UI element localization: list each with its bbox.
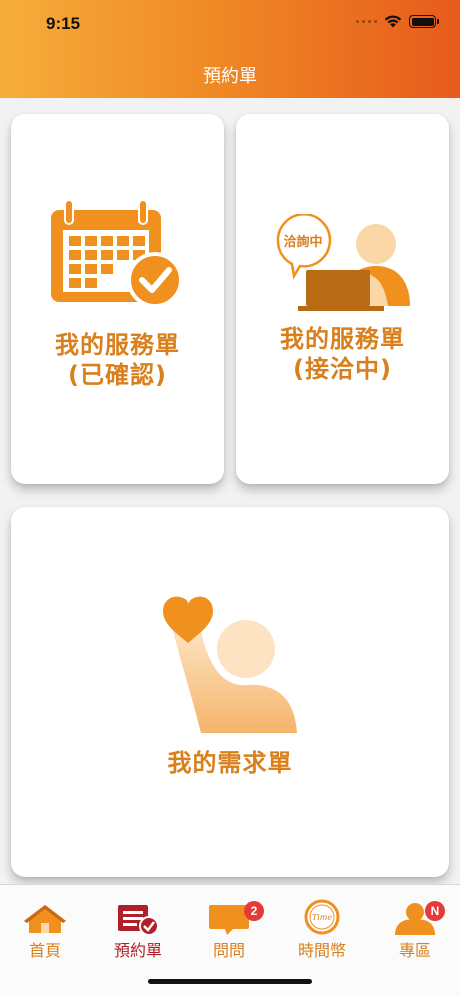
tab-zone[interactable]: N 專區 — [375, 899, 455, 961]
notification-badge: 2 — [244, 901, 264, 921]
calendar-check-icon — [51, 200, 181, 308]
consulting-person-icon: 洽詢中 — [276, 214, 410, 311]
my-demand-orders-card[interactable]: 我的需求單 — [11, 507, 449, 877]
tab-time-coin[interactable]: Time 時間幣 — [282, 899, 362, 961]
tab-home[interactable]: 首頁 — [5, 899, 85, 961]
notification-badge: N — [425, 901, 445, 921]
my-service-orders-confirmed-card[interactable]: 我的服務單 (已確認) — [11, 114, 224, 484]
wifi-icon — [384, 15, 402, 28]
card-label: 我的服務單 (已確認) — [55, 331, 180, 389]
tab-booking[interactable]: 預約單 — [98, 899, 178, 961]
cellular-signal-icon — [356, 20, 377, 23]
app-header: 9:15 預約單 — [0, 0, 460, 98]
booking-icon — [118, 905, 159, 935]
coin-text: Time — [312, 913, 332, 922]
heart-raise-hand-icon — [163, 596, 297, 733]
bubble-text: 洽詢中 — [283, 234, 322, 250]
tab-ask[interactable]: 2 問問 — [189, 899, 269, 961]
time-coin-icon: Time — [304, 899, 340, 935]
status-icons — [356, 15, 439, 28]
page-title: 預約單 — [203, 66, 257, 87]
bottom-tab-bar: 首頁 預約單 2 問問 Time 時間幣 N 專區 — [0, 884, 460, 996]
home-icon — [24, 905, 66, 933]
card-label: 我的服務單 (接洽中) — [280, 325, 405, 383]
home-indicator — [148, 979, 312, 984]
card-label: 我的需求單 — [167, 749, 293, 777]
my-service-orders-negotiating-card[interactable]: 洽詢中 我的服務單 (接洽中) — [236, 114, 449, 484]
status-time: 9:15 — [46, 14, 81, 33]
battery-icon — [409, 15, 439, 28]
